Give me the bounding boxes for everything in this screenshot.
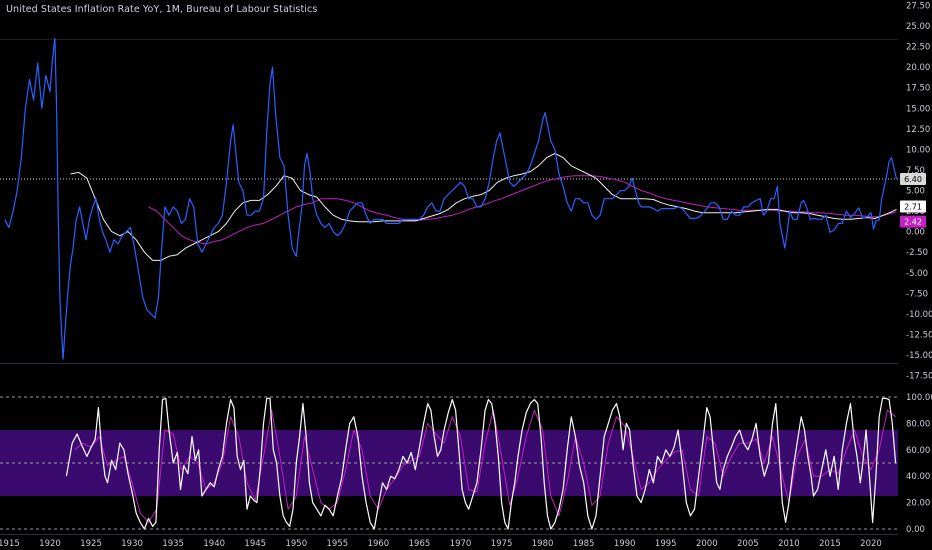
price-badge: 6.40 bbox=[904, 175, 922, 184]
y-tick-label: -17.50 bbox=[906, 372, 932, 382]
x-tick-label: 1915 bbox=[0, 539, 20, 549]
x-tick-label: 1970 bbox=[450, 539, 472, 549]
y-tick-label: 22.50 bbox=[906, 43, 930, 53]
y-tick-label: 12.50 bbox=[906, 125, 930, 135]
sma-long-line bbox=[148, 175, 897, 245]
x-tick-label: 1985 bbox=[573, 539, 595, 549]
y-tick-label: 0.00 bbox=[906, 228, 925, 238]
y-tick-label: 20.00 bbox=[906, 63, 930, 73]
x-tick-label: 2015 bbox=[819, 539, 841, 549]
x-tick-label: 1980 bbox=[532, 539, 554, 549]
osc-y-tick-label: 60.00 bbox=[906, 446, 930, 456]
x-tick-label: 1920 bbox=[39, 539, 61, 549]
x-tick-label: 1975 bbox=[491, 539, 513, 549]
osc-y-tick-label: 40.00 bbox=[906, 472, 930, 482]
sma-short-badge: 2.71 bbox=[904, 202, 922, 211]
osc-y-tick-label: 0.00 bbox=[906, 525, 925, 535]
sma-long-badge: 2.42 bbox=[904, 218, 922, 227]
osc-y-tick-label: 20.00 bbox=[906, 499, 930, 509]
inflation-line bbox=[4, 37, 898, 360]
y-tick-label: -15.00 bbox=[906, 351, 932, 361]
x-tick-label: 1930 bbox=[121, 539, 143, 549]
x-tick-label: 2005 bbox=[737, 539, 759, 549]
x-tick-label: 2010 bbox=[778, 539, 800, 549]
y-tick-label: 5.00 bbox=[906, 187, 925, 197]
chart-root: United States Inflation Rate YoY, 1M, Bu… bbox=[0, 0, 932, 550]
x-tick-label: 1935 bbox=[162, 539, 184, 549]
x-tick-label: 1995 bbox=[655, 539, 677, 549]
chart-canvas[interactable]: 27.50 25.00 22.50 20.00 17.50 15.00 12.50 10.00… bbox=[0, 0, 932, 550]
y-tick-label: -12.50 bbox=[906, 330, 932, 340]
y-tick-label: 10.00 bbox=[906, 145, 930, 155]
y-tick-label: 25.00 bbox=[906, 22, 930, 32]
y-tick-label: 17.50 bbox=[906, 84, 930, 94]
y-tick-label: 27.50 bbox=[906, 1, 930, 11]
osc-y-tick-label: 80.00 bbox=[906, 419, 930, 429]
x-tick-label: 2020 bbox=[860, 539, 882, 549]
x-tick-label: 1940 bbox=[203, 539, 225, 549]
x-tick-label: 1960 bbox=[368, 539, 390, 549]
y-tick-label: -2.50 bbox=[906, 248, 928, 258]
x-tick-label: 1925 bbox=[80, 539, 102, 549]
y-tick-label: 15.00 bbox=[906, 104, 930, 114]
y-tick-label: -10.00 bbox=[906, 310, 932, 320]
y-tick-label: -5.00 bbox=[906, 269, 928, 279]
x-tick-label: 1965 bbox=[409, 539, 431, 549]
x-tick-label: 2000 bbox=[696, 539, 718, 549]
x-tick-label: 1950 bbox=[285, 539, 307, 549]
osc-y-tick-label: 100.00 bbox=[906, 393, 932, 403]
x-tick-label: 1990 bbox=[614, 539, 636, 549]
sma-short-line bbox=[70, 153, 897, 261]
x-tick-label: 1945 bbox=[244, 539, 266, 549]
y-tick-label: -7.50 bbox=[906, 289, 928, 299]
x-tick-label: 1955 bbox=[327, 539, 349, 549]
